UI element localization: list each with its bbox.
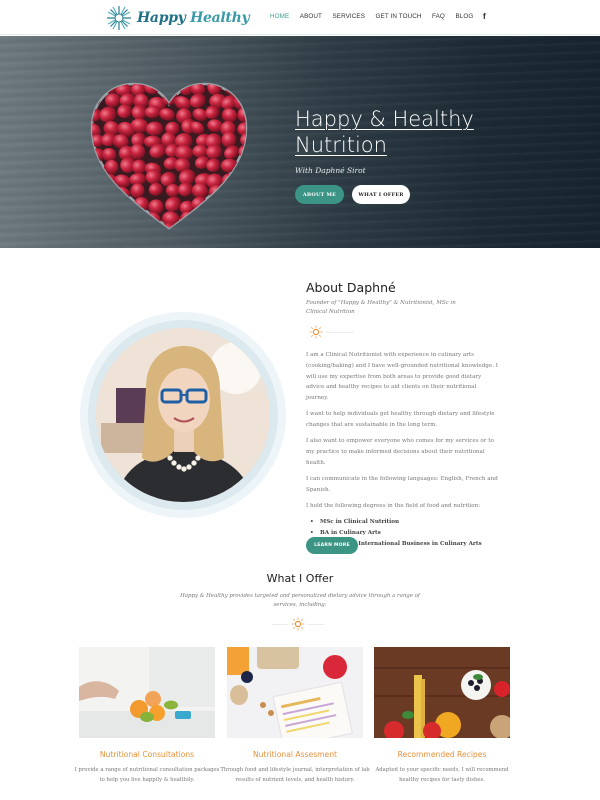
- nav-get-in-touch[interactable]: GET IN TOUCH: [376, 13, 422, 20]
- pomegranate-seed: [191, 222, 208, 228]
- pomegranate-seed: [239, 84, 246, 96]
- pomegranate-seed: [92, 198, 102, 214]
- pomegranate-seed: [100, 197, 117, 213]
- pomegranate-seed: [237, 172, 246, 185]
- pomegranate-seed: [237, 184, 246, 201]
- learn-more-button[interactable]: LEARN MORE: [306, 537, 358, 554]
- divider-line: [308, 623, 324, 625]
- degree-item: MSc in Clinical Nutrition: [306, 517, 500, 528]
- card-title[interactable]: Recommended Recipes: [367, 750, 517, 759]
- card-text: Adapted to your specific needs, I will r…: [375, 767, 509, 783]
- pomegranate-seed: [92, 211, 102, 227]
- pomegranate-seed: [234, 196, 246, 211]
- pomegranate-seed: [116, 212, 131, 225]
- sun-divider: [272, 617, 324, 631]
- nav-about[interactable]: ABOUT: [300, 13, 322, 20]
- divider-line: [272, 623, 288, 625]
- pomegranate-seed: [218, 209, 237, 225]
- facebook-icon[interactable]: f: [483, 12, 486, 21]
- pomegranate-heart-image: [90, 82, 248, 230]
- offer-title: What I Offer: [266, 572, 334, 585]
- card-text: Through food and lifestyle journal, inte…: [220, 767, 370, 783]
- card-title[interactable]: Nutritional Consultations: [72, 750, 222, 759]
- logo[interactable]: Happy Healthy: [105, 3, 250, 33]
- pomegranate-seed: [92, 182, 102, 197]
- nav-home[interactable]: HOME: [270, 13, 289, 20]
- main-nav: HOME ABOUT SERVICES GET IN TOUCH FAQ BLO…: [270, 13, 484, 20]
- sun-divider: [306, 325, 354, 339]
- daphne-portrait: [96, 328, 270, 502]
- hero-title: Happy & Healthy Nutrition: [295, 107, 474, 157]
- about-paragraph: I am a Clinical Nutritionist with experi…: [306, 352, 498, 402]
- about-paragraph: I also want to empower everyone who come…: [306, 438, 494, 466]
- snowflake-mandala-logo-icon: [107, 6, 131, 30]
- pomegranate-seed: [221, 195, 238, 210]
- pomegranate-seed: [236, 224, 246, 228]
- pomegranate-seed: [92, 173, 102, 189]
- about-subtitle: Founder of "Happy & Healthy" & Nutrition…: [306, 300, 456, 315]
- divider-line: [326, 331, 354, 333]
- pomegranate-seed: [205, 197, 221, 211]
- pomegranate-seed: [103, 188, 119, 203]
- pomegranate-seed: [195, 208, 211, 224]
- hero-subtitle: With Daphné Sirot: [295, 166, 366, 175]
- sun-icon: [291, 617, 305, 631]
- nav-services[interactable]: SERVICES: [333, 13, 366, 20]
- pomegranate-seed: [131, 223, 147, 228]
- about-me-button[interactable]: ABOUT ME: [295, 185, 344, 204]
- card-text: I provide a range of nutritional consult…: [74, 767, 220, 783]
- consultation-image[interactable]: [79, 647, 215, 738]
- pomegranate-seed: [101, 225, 116, 228]
- pomegranate-seed: [92, 84, 103, 96]
- card-title[interactable]: Nutritional Assesment: [220, 750, 370, 759]
- about-paragraph: I want to help individuals get healthy t…: [306, 411, 495, 429]
- hero-banner: Happy & Healthy Nutrition With Daphné Sir…: [0, 36, 600, 248]
- pomegranate-seed: [145, 225, 160, 228]
- pomegranate-seed: [92, 221, 102, 228]
- about-paragraph: I can communicate in the following langu…: [306, 476, 498, 493]
- what-i-offer-button[interactable]: WHAT I OFFER: [352, 185, 410, 204]
- sun-icon: [309, 325, 323, 339]
- nav-faq[interactable]: FAQ: [432, 13, 445, 20]
- site-header: Happy Healthy HOME ABOUT SERVICES GET IN…: [0, 0, 600, 35]
- pomegranate-seed: [235, 212, 246, 226]
- about-paragraph: I hold the following degrees in the fiel…: [306, 503, 481, 510]
- pomegranate-seed: [224, 222, 242, 228]
- pomegranate-seed: [177, 225, 193, 228]
- offer-subtitle: Happy & Healthy provides targeted and pe…: [180, 593, 420, 608]
- pomegranate-seed: [207, 215, 222, 228]
- about-body: I am a Clinical Nutritionist with experi…: [306, 350, 500, 549]
- assessment-image[interactable]: [227, 647, 363, 738]
- pomegranate-seed: [119, 223, 136, 228]
- logo-text: Happy Healthy: [137, 10, 250, 26]
- about-title: About Daphné: [306, 280, 396, 295]
- pomegranate-seed: [210, 222, 225, 228]
- nav-blog[interactable]: BLOG: [455, 13, 473, 20]
- recipes-image[interactable]: [374, 647, 510, 738]
- pomegranate-seed: [102, 211, 118, 228]
- pomegranate-seed: [239, 159, 246, 175]
